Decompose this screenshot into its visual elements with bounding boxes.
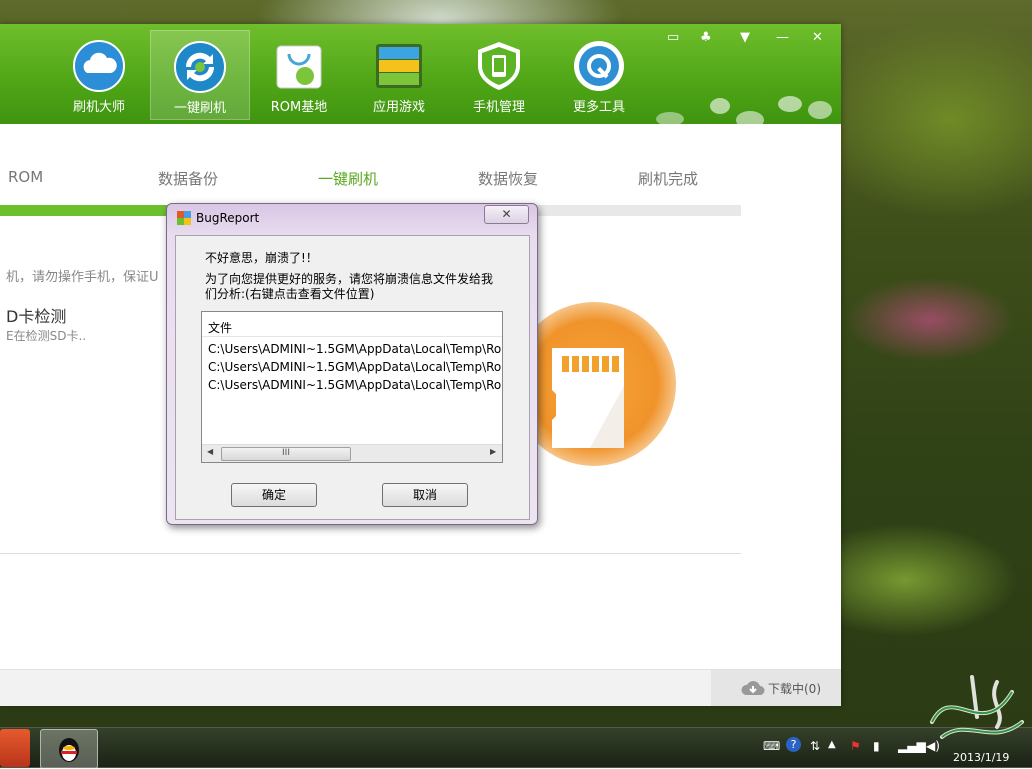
minimize-button[interactable]: — (776, 30, 789, 45)
nav-label: 刷机大师 (72, 100, 125, 115)
nav-apps-games[interactable]: 应用游戏 (350, 30, 448, 118)
power-icon[interactable]: ▮ (873, 739, 880, 753)
cancel-button[interactable]: 取消 (382, 483, 468, 507)
scroll-left-icon[interactable]: ◀ (207, 447, 213, 456)
water-drops-decoration (656, 96, 832, 124)
sd-card-icon (552, 348, 624, 448)
apps-grid-icon (376, 44, 422, 88)
nav-rom-base[interactable]: ROM基地 (250, 30, 348, 118)
tools-icon (574, 41, 624, 91)
status-footer: 下载中(0) (0, 669, 841, 706)
dialog-close-button[interactable]: ✕ (484, 205, 529, 224)
crash-message: 不好意思，崩溃了!！ (205, 251, 318, 265)
ok-button[interactable]: 确定 (231, 483, 317, 507)
cloud-icon (73, 40, 125, 92)
dropdown-icon[interactable]: ▼ (740, 30, 750, 45)
taskbar-office-app[interactable] (0, 729, 30, 767)
close-button[interactable]: ✕ (812, 30, 823, 45)
nav-flash-master[interactable]: 刷机大师 (50, 30, 148, 118)
step-data-backup: 数据备份 (158, 170, 219, 188)
cloud-download-icon (741, 681, 765, 695)
dialog-title: BugReport (196, 211, 260, 225)
crash-file-list[interactable]: 文件 C:\Users\ADMINI~1.5GM\AppData\Local\T… (201, 311, 503, 463)
nav-label: 更多工具 (572, 100, 625, 115)
rom-bag-icon (276, 45, 322, 89)
horizontal-scrollbar[interactable]: ◀ III ▶ (202, 444, 502, 462)
section-divider (0, 553, 741, 554)
task-status: E在检测SD卡.. (6, 329, 87, 343)
comment-icon[interactable]: ▭ (667, 30, 679, 45)
list-item[interactable]: C:\Users\ADMINI~1.5GM\AppData\Local\Temp… (208, 378, 502, 392)
watermark-logo (930, 675, 1024, 739)
step-flash-complete: 刷机完成 (638, 170, 699, 188)
step-data-restore: 数据恢复 (478, 170, 539, 188)
nav-more-tools[interactable]: 更多工具 (550, 30, 648, 118)
shirt-icon[interactable]: ♣ (700, 30, 712, 45)
nav-label: 应用游戏 (372, 100, 425, 115)
nav-label: 一键刷机 (173, 101, 226, 116)
nav-label: 手机管理 (472, 100, 525, 115)
list-item[interactable]: C:\Users\ADMINI~1.5GM\AppData\Local\Temp… (208, 360, 502, 374)
list-header-divider (202, 336, 502, 337)
download-status-button[interactable]: 下载中(0) (711, 670, 841, 706)
network-arrows-icon[interactable]: ⇅ (810, 739, 820, 753)
crash-explanation-line2: 们分析:(右键点击查看文件位置) (205, 287, 375, 301)
nav-label: ROM基地 (270, 100, 328, 115)
warning-text: 机，请勿操作手机，保证U (6, 270, 159, 285)
list-header-file: 文件 (208, 321, 233, 335)
phone-shield-icon (478, 42, 520, 90)
taskbar-qq-app[interactable] (40, 729, 98, 769)
app-toolbar: 刷机大师 一键刷机 ROM基地 应用游戏 手机管理 更多工具 ▭ ♣ ▼ — ✕ (0, 24, 841, 124)
download-status-label: 下载中(0) (768, 682, 821, 696)
step-rom: ROM (8, 168, 44, 186)
scroll-right-icon[interactable]: ▶ (490, 447, 496, 456)
qq-penguin-icon (59, 738, 79, 762)
windows-taskbar: ⌨ ? ⇅ ▲ ⚑ ▮ ▂▄▆ ◀) 2013/1/19 (0, 727, 1032, 769)
refresh-flash-icon (174, 41, 226, 93)
bugreport-dialog: BugReport ✕ 不好意思，崩溃了!！ 为了向您提供更好的服务，请您将崩溃… (166, 203, 538, 525)
list-item[interactable]: C:\Users\ADMINI~1.5GM\AppData\Local\Temp… (208, 342, 502, 356)
step-one-click-flash: 一键刷机 (318, 170, 379, 188)
app-icon (177, 211, 191, 225)
show-hidden-icons-icon[interactable]: ▲ (828, 739, 836, 750)
scroll-thumb[interactable]: III (221, 447, 351, 461)
dialog-body: 不好意思，崩溃了!！ 为了向您提供更好的服务，请您将崩溃信息文件发给我 们分析:… (175, 235, 530, 520)
action-center-flag-icon[interactable]: ⚑ (850, 739, 861, 753)
nav-phone-manage[interactable]: 手机管理 (450, 30, 548, 118)
help-icon[interactable]: ? (786, 737, 801, 752)
nav-one-click-flash[interactable]: 一键刷机 (150, 30, 250, 120)
clock-date[interactable]: 2013/1/19 (953, 751, 1009, 764)
task-title: D卡检测 (6, 307, 67, 326)
keyboard-icon[interactable]: ⌨ (763, 739, 780, 753)
